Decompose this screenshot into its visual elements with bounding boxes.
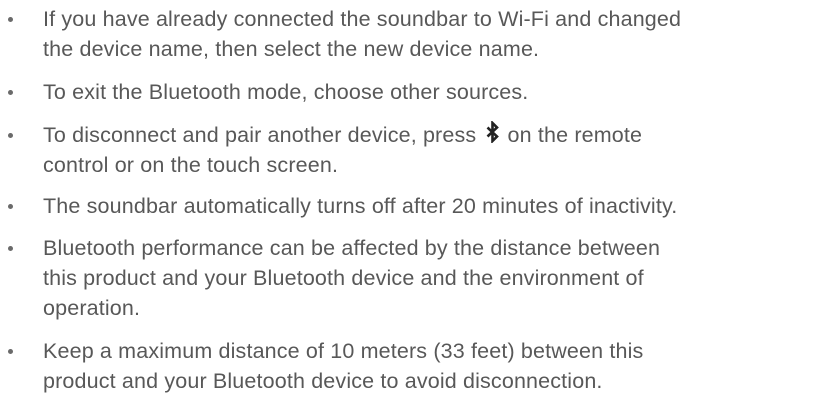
note-line: product and your Bluetooth device to avo…	[43, 369, 603, 393]
note-line: To exit the Bluetooth mode, choose other…	[43, 80, 529, 104]
note-line: operation.	[43, 296, 141, 320]
note-line: the device name, then select the new dev…	[43, 37, 540, 61]
note-line: control or on the touch screen.	[43, 153, 339, 177]
bullet	[8, 17, 13, 22]
note-line: Bluetooth performance can be affected by…	[43, 236, 661, 260]
bullet	[8, 204, 13, 209]
bullet	[8, 246, 13, 251]
bullet	[8, 133, 13, 138]
note-line-before-icon: To disconnect and pair another device, p…	[43, 123, 477, 147]
note-text: The soundbar automatically turns off aft…	[43, 191, 825, 221]
note-text: If you have already connected the soundb…	[43, 4, 825, 64]
note-line: If you have already connected the soundb…	[43, 7, 682, 31]
note-text: Bluetooth performance can be affected by…	[43, 233, 825, 323]
note-text: To exit the Bluetooth mode, choose other…	[43, 77, 825, 107]
note-text: Keep a maximum distance of 10 meters (33…	[43, 336, 825, 396]
note-text: To disconnect and pair another device, p…	[43, 120, 825, 180]
bullet	[8, 349, 13, 354]
note-line: this product and your Bluetooth device a…	[43, 266, 644, 290]
note-line: To disconnect and pair another device, p…	[43, 120, 825, 150]
bluetooth-icon	[487, 121, 500, 143]
bullet	[8, 90, 13, 95]
note-line: Keep a maximum distance of 10 meters (33…	[43, 339, 644, 363]
notes-list: If you have already connected the soundb…	[0, 0, 825, 399]
note-line: The soundbar automatically turns off aft…	[43, 194, 678, 218]
note-line-after-icon: on the remote	[507, 123, 643, 147]
